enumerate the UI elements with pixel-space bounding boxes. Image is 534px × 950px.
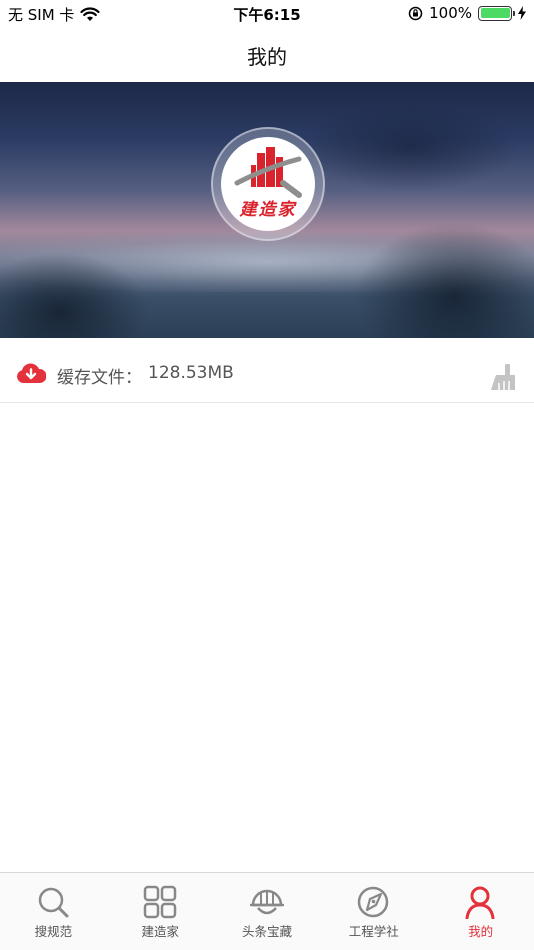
person-icon: [465, 886, 495, 919]
cache-label: 缓存文件：: [57, 368, 142, 388]
rotation-lock-icon: [408, 6, 423, 20]
cache-row[interactable]: 缓存文件： 128.53MB: [0, 345, 534, 403]
page-title: 我的: [247, 44, 287, 69]
tab-engineering-society[interactable]: 工程学社: [320, 873, 427, 950]
search-icon: [38, 887, 69, 918]
broom-icon[interactable]: [490, 363, 516, 391]
helmet-icon: [249, 889, 284, 915]
avatar-ring[interactable]: 建造家: [211, 127, 325, 241]
tab-label-engineering-society: 工程学社: [348, 924, 399, 939]
tab-label-mine: 我的: [468, 924, 494, 939]
compass-icon: [358, 886, 389, 918]
tab-bar: 搜规范 建造家 头条宝藏 工程学社 我的: [0, 872, 534, 950]
grid-icon: [143, 885, 177, 919]
tab-mine[interactable]: 我的: [427, 873, 534, 950]
battery-percent: 100%: [429, 4, 472, 22]
tab-label-headline-treasure: 头条宝藏: [241, 924, 292, 939]
status-right: 100%: [408, 4, 526, 22]
profile-banner: 建造家: [0, 82, 534, 338]
banner-cloud: [300, 102, 520, 192]
battery-fill: [480, 8, 510, 18]
battery-icon: [478, 5, 515, 21]
charging-bolt-icon: [518, 6, 526, 20]
tab-label-search-standards: 搜规范: [34, 924, 73, 939]
logo-text: 建造家: [239, 200, 297, 220]
tab-builder[interactable]: 建造家: [107, 873, 214, 950]
tab-label-builder: 建造家: [141, 924, 179, 939]
download-cloud-icon: [17, 363, 46, 383]
tab-headline-treasure[interactable]: 头条宝藏: [214, 873, 321, 950]
cache-size-value: 128.53MB: [148, 363, 234, 383]
status-bar: 无 SIM 卡 下午6:15 100%: [0, 0, 534, 28]
nav-bar: 我的: [0, 28, 534, 82]
avatar-logo: 建造家: [221, 137, 315, 231]
tab-search-standards[interactable]: 搜规范: [0, 873, 107, 950]
